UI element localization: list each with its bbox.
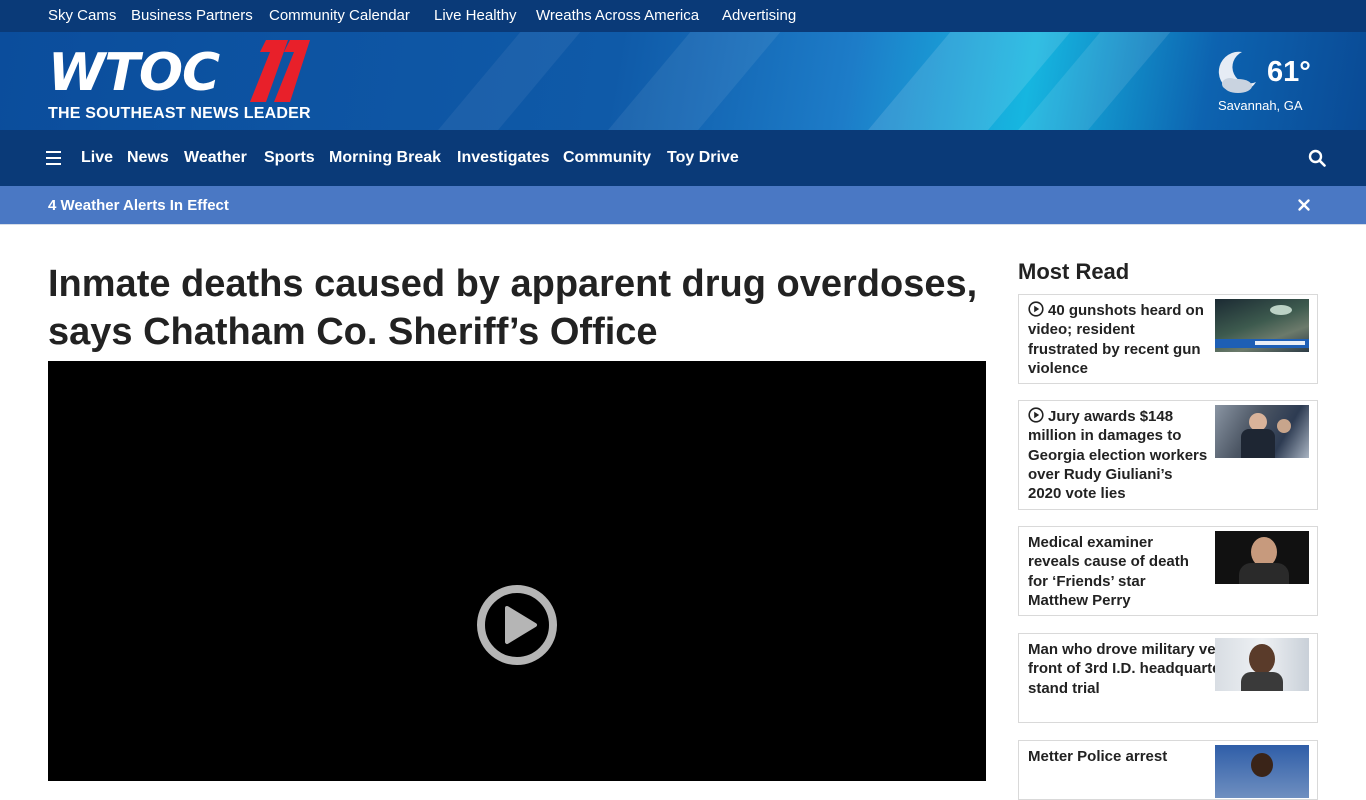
story-title[interactable]: Medical examiner reveals cause of death … xyxy=(1028,534,1189,609)
header-decoration xyxy=(572,32,798,130)
utility-link-live-healthy[interactable]: Live Healthy xyxy=(434,7,517,24)
story-title-wrap[interactable]: 40 gunshots heard on video; resident fru… xyxy=(1028,301,1208,378)
nav-item-morning-break[interactable]: Morning Break xyxy=(329,149,441,167)
story-thumbnail[interactable] xyxy=(1215,531,1309,584)
weather-alert-bar[interactable]: 4 Weather Alerts In Effect xyxy=(0,186,1366,225)
nav-item-news[interactable]: News xyxy=(127,149,169,167)
video-player[interactable] xyxy=(48,361,986,781)
most-read-story[interactable]: Medical examiner reveals cause of death … xyxy=(1018,526,1318,616)
utility-link-community-calendar[interactable]: Community Calendar xyxy=(269,7,410,24)
site-tagline: THE SOUTHEAST NEWS LEADER xyxy=(48,105,311,122)
nav-item-sports[interactable]: Sports xyxy=(264,149,315,167)
story-title[interactable]: Metter Police arrest xyxy=(1028,748,1167,765)
weather-widget[interactable]: 61° Savannah, GA xyxy=(1208,46,1328,116)
nav-item-toy-drive[interactable]: Toy Drive xyxy=(667,149,739,167)
weather-location: Savannah, GA xyxy=(1218,98,1303,113)
nav-item-weather[interactable]: Weather xyxy=(184,149,247,167)
close-icon[interactable] xyxy=(1297,198,1311,212)
header-decoration xyxy=(402,32,598,130)
video-play-icon xyxy=(1028,301,1044,317)
most-read-story[interactable]: Metter Police arrest xyxy=(1018,740,1318,800)
story-thumbnail[interactable] xyxy=(1215,299,1309,352)
most-read-story[interactable]: Jury awards $148 million in damages to G… xyxy=(1018,400,1318,510)
nav-item-live[interactable]: Live xyxy=(81,149,113,167)
utility-bar: Sky Cams Business Partners Community Cal… xyxy=(0,0,1366,32)
story-title-wrap[interactable]: Medical examiner reveals cause of death … xyxy=(1028,533,1208,610)
most-read-story[interactable]: 40 gunshots heard on video; resident fru… xyxy=(1018,294,1318,384)
nav-item-community[interactable]: Community xyxy=(563,149,651,167)
moon-cloud-icon xyxy=(1218,51,1256,93)
weather-temperature: 61° xyxy=(1267,56,1311,88)
story-thumbnail[interactable] xyxy=(1215,745,1309,798)
nav-item-investigates[interactable]: Investigates xyxy=(457,149,549,167)
utility-link-business-partners[interactable]: Business Partners xyxy=(131,7,253,24)
play-circle-icon[interactable] xyxy=(476,584,558,666)
story-title-wrap[interactable]: Metter Police arrest xyxy=(1028,747,1208,766)
utility-link-sky-cams[interactable]: Sky Cams xyxy=(48,7,116,24)
most-read-title: Most Read xyxy=(1018,259,1130,284)
story-title[interactable]: 40 gunshots heard on video; resident fru… xyxy=(1028,302,1204,377)
logo-11-icon[interactable] xyxy=(240,40,310,102)
search-icon[interactable] xyxy=(1308,149,1326,167)
video-play-icon xyxy=(1028,407,1044,423)
main-nav: Live News Weather Sports Morning Break I… xyxy=(0,130,1366,186)
story-thumbnail[interactable] xyxy=(1215,405,1309,458)
brand-header: WTOC THE SOUTHEAST NEWS LEADER 61° Savan… xyxy=(0,32,1366,130)
utility-link-wreaths-across-america[interactable]: Wreaths Across America xyxy=(536,7,699,24)
utility-link-advertising[interactable]: Advertising xyxy=(722,7,796,24)
story-thumbnail[interactable] xyxy=(1215,638,1309,691)
article-headline: Inmate deaths caused by apparent drug ov… xyxy=(48,263,978,353)
hamburger-menu-icon[interactable] xyxy=(46,151,61,165)
most-read-story[interactable]: Man who drove military vehicle into fron… xyxy=(1018,633,1318,723)
weather-alert-text[interactable]: 4 Weather Alerts In Effect xyxy=(48,197,229,214)
story-title[interactable]: Jury awards $148 million in damages to G… xyxy=(1028,408,1207,502)
site-logo-text[interactable]: WTOC xyxy=(48,43,220,103)
